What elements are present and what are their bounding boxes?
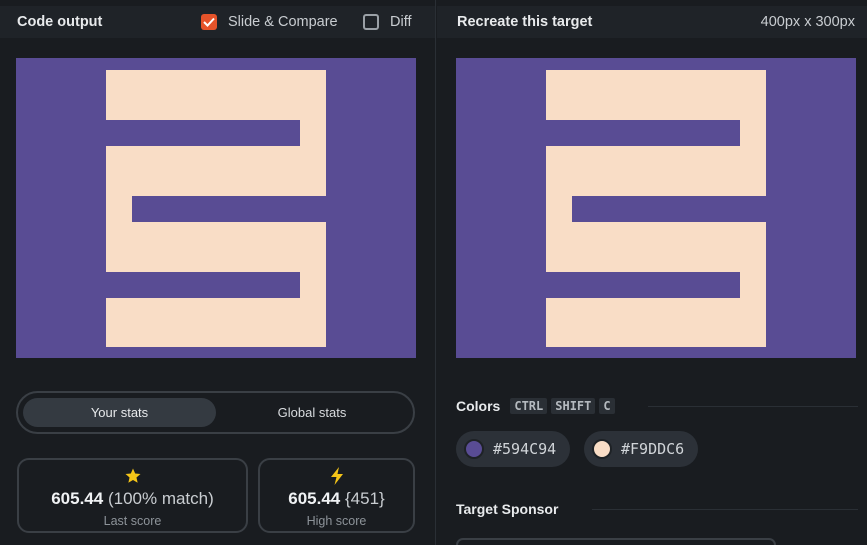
color-dot <box>592 439 612 459</box>
color-swatch[interactable]: #F9DDC6 <box>584 431 699 467</box>
high-score-detail: {451} <box>345 489 385 508</box>
glyph-slot <box>106 120 300 146</box>
sponsor-card[interactable] <box>456 538 776 545</box>
target-dimensions: 400px x 300px <box>760 14 855 30</box>
sponsor-section-title: Target Sponsor <box>456 501 558 517</box>
last-score-card: 605.44 (100% match) Last score <box>17 458 248 533</box>
code-output-title: Code output <box>17 14 103 30</box>
glyph-slot <box>132 196 326 222</box>
stats-toggle[interactable]: Your stats Global stats <box>16 391 415 434</box>
glyph-slot <box>546 120 740 146</box>
high-score-value: 605.44 <box>288 489 341 508</box>
diff-toggle[interactable]: Diff <box>363 14 412 30</box>
shortcut-key-ctrl: CTRL <box>510 398 548 414</box>
lightning-icon <box>330 467 344 485</box>
global-stats-tab[interactable]: Global stats <box>232 398 392 427</box>
target-header: Recreate this target 400px x 300px <box>437 6 867 38</box>
color-dot <box>464 439 484 459</box>
color-swatch[interactable]: #594C94 <box>456 431 571 467</box>
sponsor-title: Target Sponsor <box>456 501 559 517</box>
color-hex: #594C94 <box>493 440 557 458</box>
last-score-value: 605.44 <box>51 489 104 508</box>
code-output-panel: Code output Slide & Compare Diff Your st… <box>0 0 436 545</box>
last-score-label: Last score <box>103 514 162 528</box>
your-stats-tab[interactable]: Your stats <box>23 398 216 427</box>
colors-title: Colors <box>456 398 501 414</box>
target-canvas <box>456 58 856 358</box>
checkbox-checked-icon[interactable] <box>201 14 217 30</box>
shortcut-key-shift: SHIFT <box>551 398 596 414</box>
section-divider <box>592 509 858 510</box>
high-score-value-row: 605.44 {451} <box>288 489 384 509</box>
star-icon <box>124 467 142 485</box>
code-output-header: Code output Slide & Compare Diff <box>0 6 435 38</box>
glyph-slot <box>546 272 740 298</box>
glyph-slot <box>106 272 300 298</box>
checkbox-unchecked-icon[interactable] <box>363 14 379 30</box>
section-divider <box>648 406 858 407</box>
diff-label: Diff <box>390 14 412 30</box>
color-hex: #F9DDC6 <box>621 440 685 458</box>
high-score-label: High score <box>306 514 367 528</box>
last-score-detail: (100% match) <box>107 489 214 508</box>
slide-compare-toggle[interactable]: Slide & Compare <box>201 14 338 30</box>
colors-section-title: Colors CTRL SHIFT C <box>456 398 615 414</box>
high-score-card: 605.44 {451} High score <box>258 458 415 533</box>
shortcut-key-c: C <box>599 398 615 414</box>
code-output-canvas[interactable] <box>16 58 416 358</box>
target-title: Recreate this target <box>457 14 593 30</box>
slide-compare-label: Slide & Compare <box>228 14 338 30</box>
last-score-value-row: 605.44 (100% match) <box>51 489 214 509</box>
glyph-slot <box>572 196 766 222</box>
